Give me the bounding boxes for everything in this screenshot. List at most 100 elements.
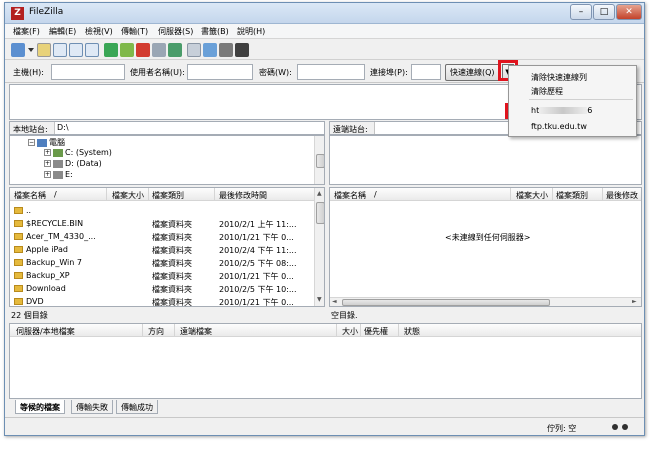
menu-server[interactable]: 伺服器(S) <box>158 26 193 37</box>
sort-indicator: / <box>54 190 57 199</box>
site-manager-dropdown-icon[interactable] <box>28 48 34 52</box>
local-directory-tree: − 電腦 + C: (System) + D: (Data) + E: <box>9 135 325 185</box>
username-input[interactable] <box>187 64 253 80</box>
expand-icon[interactable]: + <box>44 171 51 178</box>
menu-file[interactable]: 檔案(F) <box>13 26 40 37</box>
menu-edit[interactable]: 編輯(E) <box>49 26 76 37</box>
file-row[interactable]: $RECYCLE.BIN 檔案資料夾 2010/2/1 上午 11:... <box>10 217 324 230</box>
column-modified[interactable]: 最後修改時間 <box>219 190 267 201</box>
remote-site-label: 遠端站台: <box>333 125 368 134</box>
column-modified[interactable]: 最後修改 <box>606 190 638 201</box>
menu-clear-history[interactable]: 清除歷程 <box>531 86 563 97</box>
tree-item-computer[interactable]: − 電腦 <box>28 137 65 148</box>
local-site-bar: 本地站台: D:\ <box>9 121 325 135</box>
column-priority[interactable]: 優先權 <box>364 326 388 337</box>
column-size[interactable]: 大小 <box>342 326 358 337</box>
column-direction[interactable]: 方向 <box>148 326 164 337</box>
file-row[interactable]: Apple iPad 檔案資料夾 2010/2/4 下午 11:... <box>10 243 324 256</box>
scrollbar-thumb[interactable] <box>342 299 550 306</box>
search-binoculars-icon[interactable] <box>235 43 249 57</box>
cancel-icon[interactable] <box>136 43 150 57</box>
column-filetype[interactable]: 檔案類別 <box>152 190 184 201</box>
scroll-right-icon[interactable]: ► <box>632 298 637 305</box>
refresh-icon[interactable] <box>104 43 118 57</box>
tab-successful-transfers[interactable]: 傳輸成功 <box>116 400 158 414</box>
scrollbar-thumb[interactable] <box>316 154 324 168</box>
remote-file-list: 檔案名稱 / 檔案大小 檔案類別 最後修改 <未連線到任何伺服器> ◄ ► <box>329 187 642 307</box>
local-file-list: 檔案名稱 / 檔案大小 檔案類別 最後修改時間 .. $RECYCLE.BIN … <box>9 187 325 307</box>
column-filename[interactable]: 檔案名稱 <box>334 190 366 201</box>
file-row[interactable]: DVD 檔案資料夾 2010/1/21 下午 0... <box>10 295 324 306</box>
username-label: 使用者名稱(U): <box>130 68 185 77</box>
tree-item-c-drive[interactable]: + C: (System) <box>44 148 112 157</box>
collapse-icon[interactable]: − <box>28 139 35 146</box>
filezilla-logo-icon: Z <box>11 7 24 20</box>
file-row[interactable]: .. <box>10 204 324 217</box>
menu-bookmarks[interactable]: 書籤(B) <box>201 26 229 37</box>
toggle-local-tree-icon[interactable] <box>53 43 67 57</box>
menu-bar: 檔案(F) 編輯(E) 檢視(V) 傳輸(T) 伺服器(S) 書籤(B) 說明(… <box>5 24 644 39</box>
folder-icon <box>14 246 23 253</box>
column-remote-file[interactable]: 遠端檔案 <box>180 326 212 337</box>
scroll-up-icon[interactable]: ▲ <box>317 190 322 197</box>
local-site-label: 本地站台: <box>13 125 48 134</box>
filter-icon[interactable] <box>187 43 201 57</box>
tree-item-d-drive[interactable]: + D: (Data) <box>44 159 102 168</box>
drive-icon <box>53 148 63 157</box>
tree-item-e-drive[interactable]: + E: <box>44 170 73 179</box>
file-row[interactable]: Download 檔案資料夾 2010/2/5 下午 10:... <box>10 282 324 295</box>
column-filename[interactable]: 檔案名稱 <box>14 190 46 201</box>
quickconnect-history-menu: 清除快速連線列 清除歷程 ht 6 ftp.tku.edu.tw <box>508 65 637 137</box>
folder-icon <box>14 285 23 292</box>
drive-icon <box>53 159 63 168</box>
password-input[interactable] <box>297 64 365 80</box>
disconnect-icon[interactable] <box>152 43 166 57</box>
host-input[interactable] <box>51 64 125 80</box>
folder-icon <box>14 272 23 279</box>
local-site-path-input[interactable]: D:\ <box>54 122 324 134</box>
menu-help[interactable]: 說明(H) <box>237 26 265 37</box>
menu-transfer[interactable]: 傳輸(T) <box>121 26 148 37</box>
port-input[interactable] <box>411 64 441 80</box>
transfer-queue: 伺服器/本地檔案 方向 遠端檔案 大小 優先權 狀態 <box>9 323 642 399</box>
tab-queued-files[interactable]: 等候的檔案 <box>15 400 65 414</box>
sync-browse-icon[interactable] <box>219 43 233 57</box>
file-row[interactable]: Backup_Win 7 檔案資料夾 2010/2/5 下午 08:... <box>10 256 324 269</box>
menu-clear-quickconnect-bar[interactable]: 清除快速連線列 <box>531 72 587 83</box>
column-filesize[interactable]: 檔案大小 <box>516 190 548 201</box>
expand-icon[interactable]: + <box>44 149 51 156</box>
file-row[interactable]: Backup_XP 檔案資料夾 2010/1/21 下午 0... <box>10 269 324 282</box>
password-label: 密碼(W): <box>259 68 292 77</box>
toggle-message-log-icon[interactable] <box>37 43 51 57</box>
column-filetype[interactable]: 檔案類別 <box>556 190 588 201</box>
local-tree-scrollbar[interactable] <box>314 136 324 184</box>
toggle-queue-icon[interactable] <box>85 43 99 57</box>
quickconnect-button[interactable]: 快速連線(Q) <box>445 64 500 81</box>
menu-history-item-ftp-tku[interactable]: ftp.tku.edu.tw <box>531 122 587 131</box>
reconnect-icon[interactable] <box>168 43 182 57</box>
process-queue-icon[interactable] <box>120 43 134 57</box>
column-filesize[interactable]: 檔案大小 <box>112 190 144 201</box>
scrollbar-thumb[interactable] <box>316 202 324 224</box>
maximize-button[interactable]: □ <box>593 4 615 20</box>
tab-failed-transfers[interactable]: 傳輸失敗 <box>71 400 113 414</box>
minimize-button[interactable]: – <box>570 4 592 20</box>
menu-history-item-redacted[interactable]: ht 6 <box>531 106 592 115</box>
expand-icon[interactable]: + <box>44 160 51 167</box>
remote-hscrollbar[interactable]: ◄ ► <box>330 297 641 306</box>
scroll-left-icon[interactable]: ◄ <box>332 298 337 305</box>
toggle-remote-tree-icon[interactable] <box>69 43 83 57</box>
column-server-local-file[interactable]: 伺服器/本地檔案 <box>16 326 75 337</box>
scroll-down-icon[interactable]: ▼ <box>317 296 322 303</box>
title-bar: Z FileZilla – □ ✕ <box>5 3 644 24</box>
queue-column-header: 伺服器/本地檔案 方向 遠端檔案 大小 優先權 狀態 <box>10 324 641 337</box>
site-manager-icon[interactable] <box>11 43 25 57</box>
local-file-scrollbar[interactable]: ▲ ▼ <box>314 188 324 306</box>
column-status[interactable]: 狀態 <box>404 326 420 337</box>
local-column-header: 檔案名稱 / 檔案大小 檔案類別 最後修改時間 <box>10 188 314 201</box>
compare-dirs-icon[interactable] <box>203 43 217 57</box>
close-button[interactable]: ✕ <box>616 4 642 20</box>
folder-icon <box>14 207 23 214</box>
file-row[interactable]: Acer_TM_4330_... 檔案資料夾 2010/1/21 下午 0... <box>10 230 324 243</box>
menu-view[interactable]: 檢視(V) <box>85 26 113 37</box>
